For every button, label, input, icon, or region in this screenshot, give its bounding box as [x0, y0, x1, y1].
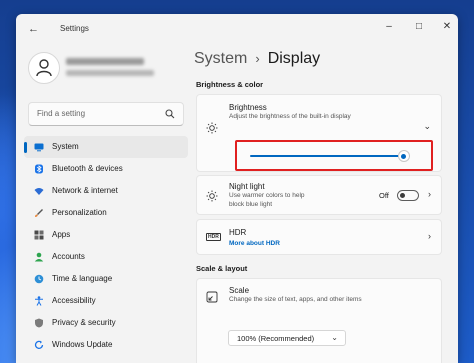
sun-icon: [206, 190, 218, 202]
bluetooth-icon: [35, 164, 43, 174]
person-icon: [36, 59, 52, 77]
apps-icon: [34, 230, 44, 240]
sidebar-item-windows-update[interactable]: Windows Update: [24, 334, 188, 356]
sidebar-item-label: Network & internet: [52, 186, 118, 195]
scale-icon: [206, 291, 218, 303]
globe-clock-icon: [34, 274, 44, 284]
sidebar-item-label: System: [52, 142, 79, 151]
maximize-icon[interactable]: □: [412, 21, 426, 32]
sidebar-item-label: Windows Update: [52, 340, 113, 349]
brightness-subtitle: Adjust the brightness of the built-in di…: [229, 113, 351, 120]
sidebar-item-label: Bluetooth & devices: [52, 164, 123, 173]
breadcrumb-separator: ›: [255, 51, 260, 66]
sidebar-item-accessibility[interactable]: Accessibility: [24, 290, 188, 312]
sidebar-item-label: Accessibility: [52, 296, 96, 305]
hdr-card[interactable]: HDR HDR More about HDR ›: [196, 219, 442, 255]
shield-icon: [35, 318, 43, 328]
night-light-subtitle-2: block blue light: [229, 201, 272, 208]
sidebar-nav: System Bluetooth & devices Network & int…: [24, 136, 188, 356]
wifi-icon: [34, 188, 44, 195]
monitor-icon: [34, 143, 44, 152]
search-placeholder: Find a setting: [37, 109, 86, 118]
window-title: Settings: [60, 24, 89, 33]
scale-dropdown[interactable]: 100% (Recommended) ⌄: [228, 330, 346, 346]
settings-window: ← Settings – □ ✕ Find a setting System B…: [16, 14, 458, 363]
sidebar-item-time-language[interactable]: Time & language: [24, 268, 188, 290]
sidebar-item-apps[interactable]: Apps: [24, 224, 188, 246]
search-icon: [165, 109, 175, 119]
night-light-subtitle-1: Use warmer colors to help: [229, 192, 305, 199]
sidebar-item-network[interactable]: Network & internet: [24, 180, 188, 202]
sidebar-item-accounts[interactable]: Accounts: [24, 246, 188, 268]
close-icon[interactable]: ✕: [440, 21, 454, 32]
night-light-title: Night light: [229, 182, 265, 191]
sidebar-item-personalization[interactable]: Personalization: [24, 202, 188, 224]
back-arrow-icon[interactable]: ←: [28, 23, 39, 35]
update-icon: [34, 340, 44, 349]
hdr-icon: HDR: [206, 233, 221, 241]
title-bar: ← Settings – □ ✕: [16, 14, 458, 44]
breadcrumb-display: Display: [267, 50, 321, 67]
brightness-title: Brightness: [229, 103, 267, 112]
person-icon: [34, 252, 44, 262]
sidebar-item-label: Apps: [52, 230, 71, 239]
minimize-icon[interactable]: –: [382, 21, 396, 32]
page-title: System › Display: [194, 50, 320, 68]
sun-icon: [206, 122, 218, 134]
profile-name-blurred: [66, 58, 144, 65]
sidebar-item-privacy[interactable]: Privacy & security: [24, 312, 188, 334]
sidebar-item-system[interactable]: System: [24, 136, 188, 158]
scale-card: Scale Change the size of text, apps, and…: [196, 278, 442, 363]
sidebar-item-label: Time & language: [52, 274, 113, 283]
night-light-state: Off: [379, 191, 389, 200]
accessibility-icon: [35, 296, 43, 306]
section-scale-layout: Scale & layout: [196, 264, 248, 273]
chevron-down-icon: ⌄: [331, 333, 338, 342]
sidebar-item-label: Privacy & security: [52, 318, 116, 327]
hdr-link[interactable]: More about HDR: [229, 240, 280, 247]
profile-email-blurred: [66, 70, 154, 76]
scale-title: Scale: [229, 286, 250, 295]
section-brightness-color: Brightness & color: [196, 80, 264, 89]
chevron-down-icon[interactable]: ⌄: [423, 121, 431, 132]
night-light-card[interactable]: Night light Use warmer colors to help bl…: [196, 175, 442, 215]
breadcrumb-system[interactable]: System: [194, 50, 247, 67]
sidebar-item-label: Accounts: [52, 252, 85, 261]
avatar[interactable]: [28, 52, 60, 84]
scale-dropdown-value: 100% (Recommended): [237, 334, 315, 343]
sidebar-item-label: Personalization: [52, 208, 107, 217]
night-light-toggle[interactable]: [397, 190, 419, 201]
hdr-title: HDR: [229, 228, 247, 237]
brightness-slider-thumb[interactable]: [398, 151, 409, 161]
brush-icon: [35, 209, 43, 217]
chevron-right-icon[interactable]: ›: [428, 189, 431, 199]
chevron-right-icon[interactable]: ›: [428, 231, 431, 241]
search-input[interactable]: Find a setting: [28, 102, 184, 126]
sidebar-item-bluetooth[interactable]: Bluetooth & devices: [24, 158, 188, 180]
scale-subtitle: Change the size of text, apps, and other…: [229, 296, 362, 303]
brightness-slider-track[interactable]: [250, 155, 410, 157]
